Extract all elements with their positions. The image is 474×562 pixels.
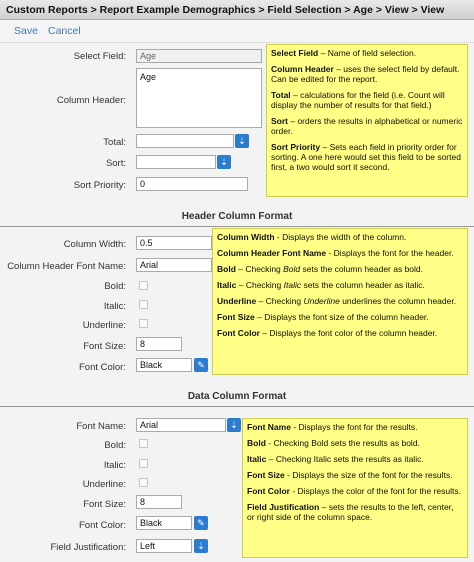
help-note-field: Select Field – Name of field selection. …: [266, 44, 468, 197]
data-italic-checkbox[interactable]: [139, 459, 148, 468]
note-term: Bold: [217, 264, 236, 274]
data-font-name-label: Font Name:: [76, 421, 126, 432]
sort-priority-input[interactable]: 0: [136, 177, 248, 191]
data-font-color-label: Font Color:: [79, 520, 126, 531]
header-italic-checkbox[interactable]: [139, 300, 148, 309]
note-text: - Displays the width of the column.: [274, 232, 407, 242]
header-underline-checkbox[interactable]: [139, 319, 148, 328]
breadcrumb: Custom Reports > Report Example Demograp…: [0, 0, 474, 20]
save-button[interactable]: Save: [14, 25, 38, 37]
note-emphasis: Underline: [303, 296, 340, 306]
color-picker-icon[interactable]: ✎: [194, 358, 208, 372]
note-term: Italic: [217, 280, 237, 290]
select-field-input: Age: [136, 49, 262, 63]
note-term: Column Header Font Name: [217, 248, 327, 258]
data-underline-label: Underline:: [82, 479, 126, 490]
header-font-size-label: Font Size:: [83, 341, 126, 352]
note-text: – Checking: [235, 264, 284, 274]
note-term: Field Justification: [247, 502, 320, 512]
header-bold-label: Bold:: [104, 281, 126, 292]
section-divider: [0, 226, 474, 227]
note-term: Bold: [247, 438, 266, 448]
note-text: underlines the column header.: [339, 296, 457, 306]
column-width-input[interactable]: 0.5: [136, 236, 212, 250]
header-bold-checkbox[interactable]: [139, 281, 148, 290]
note-term: Column Header: [271, 64, 334, 74]
header-font-name-label: Column Header Font Name:: [7, 261, 126, 272]
help-note-header-format: Column Width - Displays the width of the…: [212, 228, 468, 375]
data-font-name-select[interactable]: Arial: [136, 418, 226, 432]
note-term: Font Color: [217, 328, 260, 338]
data-bold-checkbox[interactable]: [139, 439, 148, 448]
note-text: – orders the results in alphabetical or …: [271, 116, 463, 136]
note-term: Italic: [247, 454, 267, 464]
data-underline-checkbox[interactable]: [139, 478, 148, 487]
note-text: – Checking: [236, 280, 284, 290]
header-font-size-input[interactable]: 8: [136, 337, 182, 351]
header-format-title: Header Column Format: [181, 211, 293, 222]
note-text: – calculations for the field (i.e. Count…: [271, 90, 445, 110]
dropdown-arrow-icon[interactable]: ⇣: [217, 155, 231, 169]
dropdown-arrow-icon[interactable]: ⇣: [227, 418, 241, 432]
note-term: Font Color: [247, 486, 290, 496]
note-text: – Checking: [256, 296, 304, 306]
sort-label: Sort:: [105, 158, 126, 169]
note-term: Font Size: [217, 312, 255, 322]
header-font-name-input[interactable]: Arial: [136, 258, 212, 272]
data-font-size-input[interactable]: 8: [136, 495, 182, 509]
column-header-label: Column Header:: [56, 95, 126, 106]
header-italic-label: Italic:: [103, 301, 126, 312]
section-divider: [0, 406, 474, 407]
header-underline-label: Underline:: [82, 320, 126, 331]
note-text: - Displays the color of the font for the…: [289, 486, 461, 496]
note-text: - Displays the font for the results.: [290, 422, 418, 432]
header-font-color-label: Font Color:: [79, 362, 126, 373]
cancel-button[interactable]: Cancel: [48, 25, 81, 37]
dropdown-arrow-icon[interactable]: ⇣: [235, 134, 249, 148]
note-text: - Displays the size of the font for the …: [284, 470, 453, 480]
note-term: Underline: [217, 296, 257, 306]
column-header-textarea[interactable]: Age: [136, 68, 262, 128]
data-font-color-input[interactable]: Black: [136, 516, 192, 530]
field-justification-label: Field Justification:: [50, 542, 126, 553]
note-text: sets the column header as italic.: [301, 280, 425, 290]
data-format-title: Data Column Format: [187, 391, 287, 402]
note-term: Column Width: [217, 232, 275, 242]
data-bold-label: Bold:: [104, 440, 126, 451]
field-justification-select[interactable]: Left: [136, 539, 192, 553]
note-emphasis: Italic: [283, 280, 302, 290]
select-field-label: Select Field:: [73, 51, 126, 62]
note-term: Sort: [271, 116, 288, 126]
header-font-color-input[interactable]: Black: [136, 358, 192, 372]
dropdown-arrow-icon[interactable]: ⇣: [194, 539, 208, 553]
note-text: sets the column header as bold.: [300, 264, 424, 274]
note-text: – Displays the font size of the column h…: [254, 312, 429, 322]
sort-priority-label: Sort Priority:: [73, 180, 126, 191]
note-text: - Checking Bold sets the results as bold…: [265, 438, 420, 448]
note-term: Select Field: [271, 48, 319, 58]
data-font-size-label: Font Size:: [83, 499, 126, 510]
note-term: Font Size: [247, 470, 285, 480]
color-picker-icon[interactable]: ✎: [194, 516, 208, 530]
note-text: – Displays the font color of the column …: [259, 328, 438, 338]
column-width-label: Column Width:: [63, 239, 126, 250]
total-select[interactable]: [136, 134, 234, 148]
note-term: Font Name: [247, 422, 291, 432]
note-term: Sort Priority: [271, 142, 321, 152]
sort-select[interactable]: [136, 155, 216, 169]
note-term: Total: [271, 90, 291, 100]
note-emphasis: Bold: [283, 264, 301, 274]
note-text: – Checking Italic sets the results as it…: [266, 454, 424, 464]
note-text: – Name of field selection.: [318, 48, 417, 58]
total-label: Total:: [103, 137, 126, 148]
data-italic-label: Italic:: [103, 460, 126, 471]
help-note-data-format: Font Name - Displays the font for the re…: [242, 418, 468, 558]
note-text: - Displays the font for the header.: [326, 248, 454, 258]
